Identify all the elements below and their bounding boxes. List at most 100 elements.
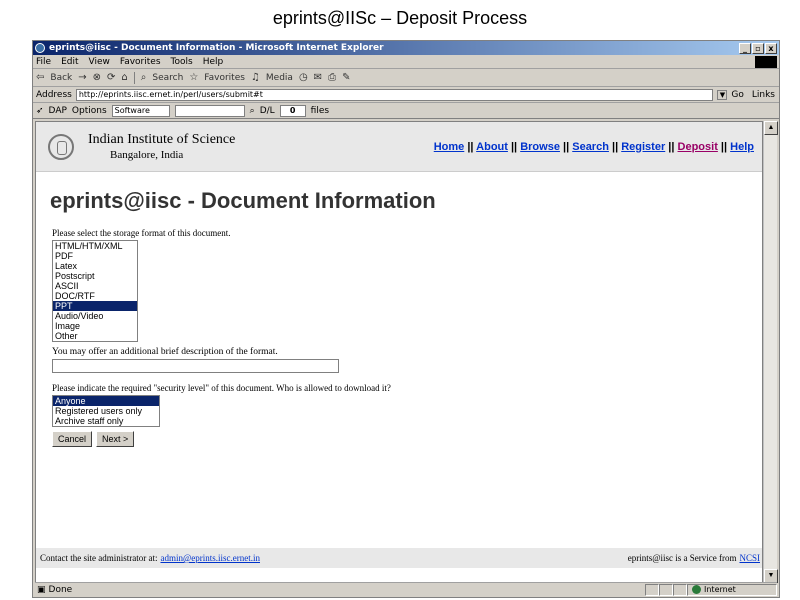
nav-home[interactable]: Home: [434, 141, 465, 153]
ncsi-link[interactable]: NCSI: [739, 553, 760, 563]
history-icon[interactable]: ◷: [299, 72, 308, 83]
dap-button[interactable]: DAP: [49, 106, 67, 116]
forward-arrow-icon[interactable]: →: [78, 72, 86, 83]
security-level-listbox[interactable]: Anyone Registered users only Archive sta…: [52, 395, 160, 427]
file-count: 0: [279, 104, 306, 117]
menu-view[interactable]: View: [89, 57, 110, 67]
description-label: You may offer an additional brief descri…: [52, 347, 278, 357]
contact-text: Contact the site administrator at:: [40, 553, 158, 563]
nav-separator: ||: [507, 140, 521, 153]
find-icon[interactable]: ⌕: [250, 106, 255, 116]
menu-edit[interactable]: Edit: [61, 57, 78, 67]
slide-title: eprints@IISc – Deposit Process: [272, 8, 528, 28]
institute-name: Indian Institute of Science: [88, 132, 236, 147]
files-label: files: [310, 105, 330, 116]
security-option-selected[interactable]: Anyone: [53, 396, 159, 406]
status-bar: ▣ Done Internet: [35, 582, 777, 596]
dap-icon[interactable]: ➶: [36, 106, 44, 116]
service-text: eprints@iisc is a Service from: [627, 553, 737, 563]
links-toolbar: ➶ DAP Options Software ⌕ D/L 0 files: [33, 103, 779, 119]
standard-toolbar: ⇦ Back → ⊗ ⟳ ⌂ ⌕ Search ☆ Favorites ♫ Me…: [33, 69, 779, 87]
title-bar: eprints@iisc - Document Information - Mi…: [33, 41, 779, 55]
links-button[interactable]: Links: [752, 90, 775, 100]
status-text: Done: [48, 584, 73, 595]
favorites-button[interactable]: Favorites: [204, 73, 245, 83]
format-option[interactable]: Other: [53, 331, 137, 341]
institute-location: Bangalore, India: [110, 149, 184, 161]
nav-separator: ||: [665, 140, 678, 153]
status-pane: [673, 583, 687, 596]
minimize-button[interactable]: _: [739, 42, 751, 54]
format-option[interactable]: HTML/HTM/XML: [53, 241, 137, 251]
format-option[interactable]: PDF: [53, 251, 137, 261]
nav-search[interactable]: Search: [572, 141, 609, 153]
nav-help[interactable]: Help: [730, 141, 754, 153]
print-icon[interactable]: ⎙: [328, 72, 336, 83]
nav-separator: ||: [717, 140, 731, 153]
mail-icon[interactable]: ✉: [314, 72, 322, 83]
menu-favorites[interactable]: Favorites: [120, 57, 161, 67]
security-option[interactable]: Registered users only: [53, 406, 159, 416]
go-button[interactable]: Go: [731, 90, 743, 100]
site-nav: Home || About || Browse || Search || Reg…: [434, 141, 754, 153]
security-option[interactable]: Archive staff only: [53, 416, 159, 426]
menu-bar: File Edit View Favorites Tools Help: [33, 55, 779, 69]
media-button[interactable]: Media: [266, 73, 293, 83]
internet-globe-icon: [692, 584, 701, 594]
software-select-value: Software: [114, 106, 150, 115]
options-button[interactable]: Options: [72, 106, 107, 116]
nav-register[interactable]: Register: [621, 141, 665, 153]
media-icon[interactable]: ♫: [251, 72, 260, 83]
menu-tools[interactable]: Tools: [171, 57, 193, 67]
page-content: Indian Institute of Science Bangalore, I…: [35, 121, 763, 583]
security-label: Please indicate the required "security l…: [52, 383, 391, 393]
maximize-button[interactable]: ▫: [752, 42, 764, 54]
window-title: eprints@iisc - Document Information - Mi…: [49, 43, 384, 53]
page-icon: ▣: [37, 584, 46, 595]
nav-separator: ||: [464, 140, 477, 153]
document-info-form: Please select the storage format of this…: [52, 228, 762, 447]
software-select[interactable]: Software: [111, 104, 170, 117]
admin-email-link[interactable]: admin@eprints.iisc.ernet.in: [160, 553, 260, 563]
nav-about[interactable]: About: [476, 141, 508, 153]
back-arrow-icon[interactable]: ⇦: [36, 72, 44, 83]
address-input[interactable]: http://eprints.iisc.ernet.in/perl/users/…: [75, 88, 714, 101]
vertical-scrollbar[interactable]: ▲ ▼: [763, 121, 778, 583]
zone-pane: Internet: [687, 583, 777, 596]
dl-label: D/L: [259, 105, 275, 116]
menu-help[interactable]: Help: [203, 57, 224, 67]
url-text: http://eprints.iisc.ernet.in/perl/users/…: [78, 90, 263, 99]
format-option[interactable]: DOC/RTF: [53, 291, 137, 301]
format-option[interactable]: Postscript: [53, 271, 137, 281]
nav-browse[interactable]: Browse: [520, 141, 560, 153]
back-button[interactable]: Back: [50, 73, 72, 83]
next-button[interactable]: Next >: [96, 431, 135, 447]
favorites-icon[interactable]: ☆: [189, 72, 198, 83]
scroll-up-icon[interactable]: ▲: [764, 121, 778, 135]
search-icon[interactable]: ⌕: [141, 72, 147, 83]
site-footer: Contact the site administrator at: admin…: [36, 548, 762, 568]
close-button[interactable]: x: [765, 42, 777, 54]
stop-icon[interactable]: ⊗: [93, 72, 101, 83]
status-pane: [645, 583, 659, 596]
scroll-down-icon[interactable]: ▼: [764, 569, 778, 583]
address-dropdown-icon[interactable]: ▼: [717, 89, 728, 100]
cancel-button[interactable]: Cancel: [52, 431, 93, 447]
refresh-icon[interactable]: ⟳: [107, 72, 115, 83]
format-option[interactable]: Image: [53, 321, 137, 331]
format-option[interactable]: Latex: [53, 261, 137, 271]
toolbar-search-input[interactable]: [174, 104, 245, 117]
format-description-input[interactable]: [52, 359, 339, 373]
format-option-selected[interactable]: PPT: [53, 301, 137, 311]
home-icon[interactable]: ⌂: [121, 72, 127, 83]
nav-deposit[interactable]: Deposit: [678, 141, 718, 153]
address-label: Address: [36, 89, 72, 100]
windows-logo-icon: [755, 55, 777, 68]
menu-file[interactable]: File: [36, 57, 51, 67]
edit-icon[interactable]: ✎: [342, 72, 350, 83]
search-button[interactable]: Search: [152, 73, 183, 83]
address-bar: Address http://eprints.iisc.ernet.in/per…: [33, 87, 779, 103]
format-option[interactable]: Audio/Video: [53, 311, 137, 321]
format-option[interactable]: ASCII: [53, 281, 137, 291]
format-listbox[interactable]: HTML/HTM/XML PDF Latex Postscript ASCII …: [52, 240, 138, 342]
